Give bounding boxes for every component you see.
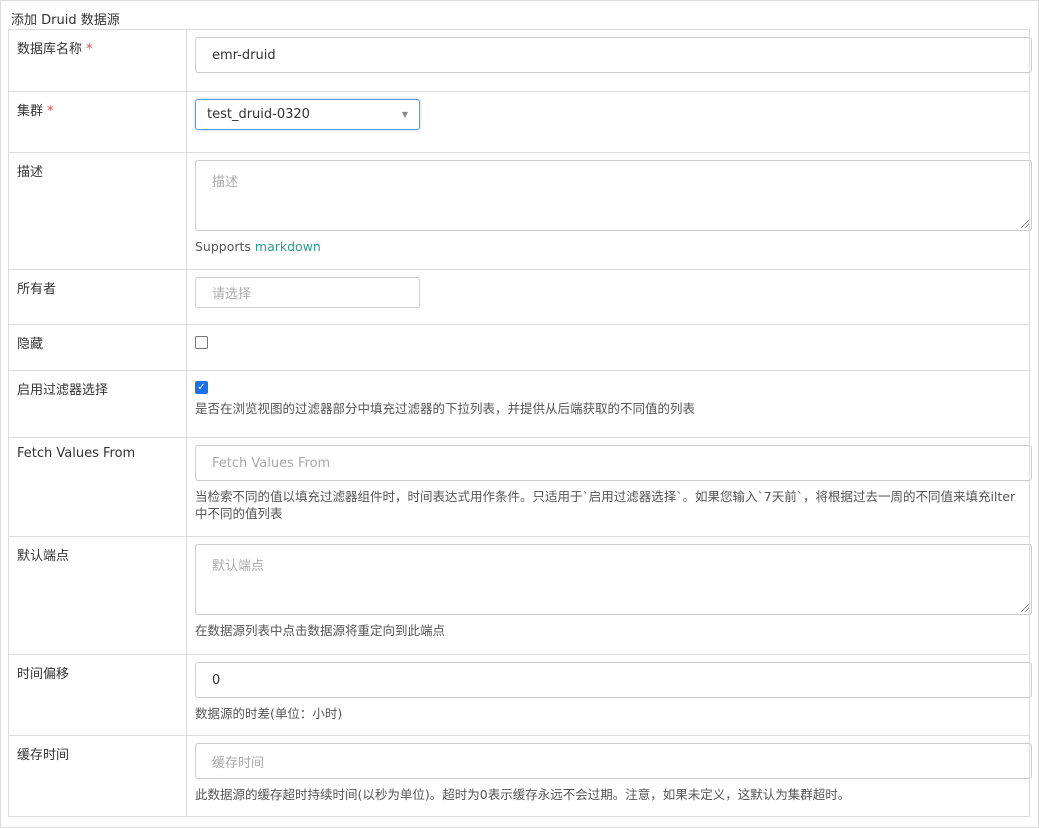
form-row-cache: 缓存时间 缓存时间 此数据源的缓存超时持续时间(以秒为单位)。超时为0表示缓存永…: [8, 735, 1032, 817]
cache-timeout-input[interactable]: 缓存时间: [195, 743, 1032, 779]
resize-handle-icon[interactable]: [1021, 220, 1029, 228]
fetch-values-help: 当检索不同的值以填充过滤器组件时，时间表达式用作条件。只适用于`启用过滤器选择`…: [195, 489, 1016, 521]
description-help-text: Supports: [195, 239, 255, 254]
endpoint-help: 在数据源列表中点击数据源将重定向到此端点: [195, 623, 446, 638]
form-row-endpoint: 默认端点 默认端点 在数据源列表中点击数据源将重定向到此端点: [8, 536, 1032, 655]
offset-label: 时间偏移: [8, 654, 187, 736]
form-row-hidden: 隐藏: [8, 324, 1030, 371]
resize-handle-icon[interactable]: [1021, 604, 1029, 612]
form-row-owner: 所有者 请选择: [8, 269, 1030, 325]
hidden-label: 隐藏: [8, 324, 187, 371]
time-offset-input[interactable]: 0: [195, 662, 1032, 698]
form-row-filter-select: 启用过滤器选择 ✓ 是否在浏览视图的过滤器部分中填充过滤器的下拉列表，并提供从后…: [8, 370, 1030, 438]
chevron-down-icon: ▼: [401, 110, 408, 119]
cache-help: 此数据源的缓存超时持续时间(以秒为单位)。超时为0表示缓存永远不会过期。注意，如…: [195, 787, 851, 802]
form-row-fetch-values: Fetch Values From Fetch Values From 当检索不…: [8, 437, 1032, 537]
description-placeholder: 描述: [212, 175, 239, 190]
hidden-checkbox[interactable]: [195, 336, 208, 349]
form-row-offset: 时间偏移 0 数据源的时差(单位：小时): [8, 654, 1032, 736]
check-icon: ✓: [197, 381, 206, 393]
database-name-input[interactable]: emr-druid: [195, 37, 1032, 73]
add-datasource-panel: 添加 Druid 数据源 数据库名称 * emr-druid 集群 * test_d…: [0, 0, 1039, 828]
filter-select-checkbox[interactable]: ✓: [195, 381, 208, 394]
description-textarea[interactable]: 描述: [195, 160, 1032, 231]
form-row-cluster: 集群 * test_druid-0320 ▼: [8, 91, 1030, 153]
endpoint-label: 默认端点: [8, 536, 187, 655]
owner-select[interactable]: 请选择: [195, 277, 420, 308]
name-label: 数据库名称: [17, 42, 83, 57]
offset-help: 数据源的时差(单位：小时): [195, 706, 343, 721]
required-marker: *: [86, 42, 93, 57]
description-label: 描述: [8, 152, 187, 270]
markdown-link[interactable]: markdown: [255, 239, 321, 254]
fetch-values-label: Fetch Values From: [8, 437, 187, 537]
cluster-select-value: test_druid-0320: [207, 107, 310, 122]
filter-select-help: 是否在浏览视图的过滤器部分中填充过滤器的下拉列表，并提供从后端获取的不同值的列表: [195, 401, 696, 416]
form-row-name: 数据库名称 * emr-druid: [8, 29, 1032, 92]
required-marker: *: [47, 104, 54, 119]
filter-select-label: 启用过滤器选择: [8, 370, 187, 438]
cluster-select[interactable]: test_druid-0320 ▼: [195, 99, 420, 130]
panel-title: 添加 Druid 数据源: [11, 13, 120, 28]
cluster-label: 集群: [17, 104, 44, 119]
owner-label: 所有者: [8, 269, 187, 325]
endpoint-placeholder: 默认端点: [212, 559, 265, 574]
endpoint-textarea[interactable]: 默认端点: [195, 544, 1032, 615]
form-row-description: 描述 描述 Supports markdown: [8, 152, 1032, 270]
description-help: Supports markdown: [195, 238, 1022, 255]
fetch-values-input[interactable]: Fetch Values From: [195, 445, 1032, 481]
cache-label: 缓存时间: [8, 735, 187, 817]
datasource-form: 数据库名称 * emr-druid 集群 * test_druid-0320 ▼ 描…: [8, 29, 1032, 817]
